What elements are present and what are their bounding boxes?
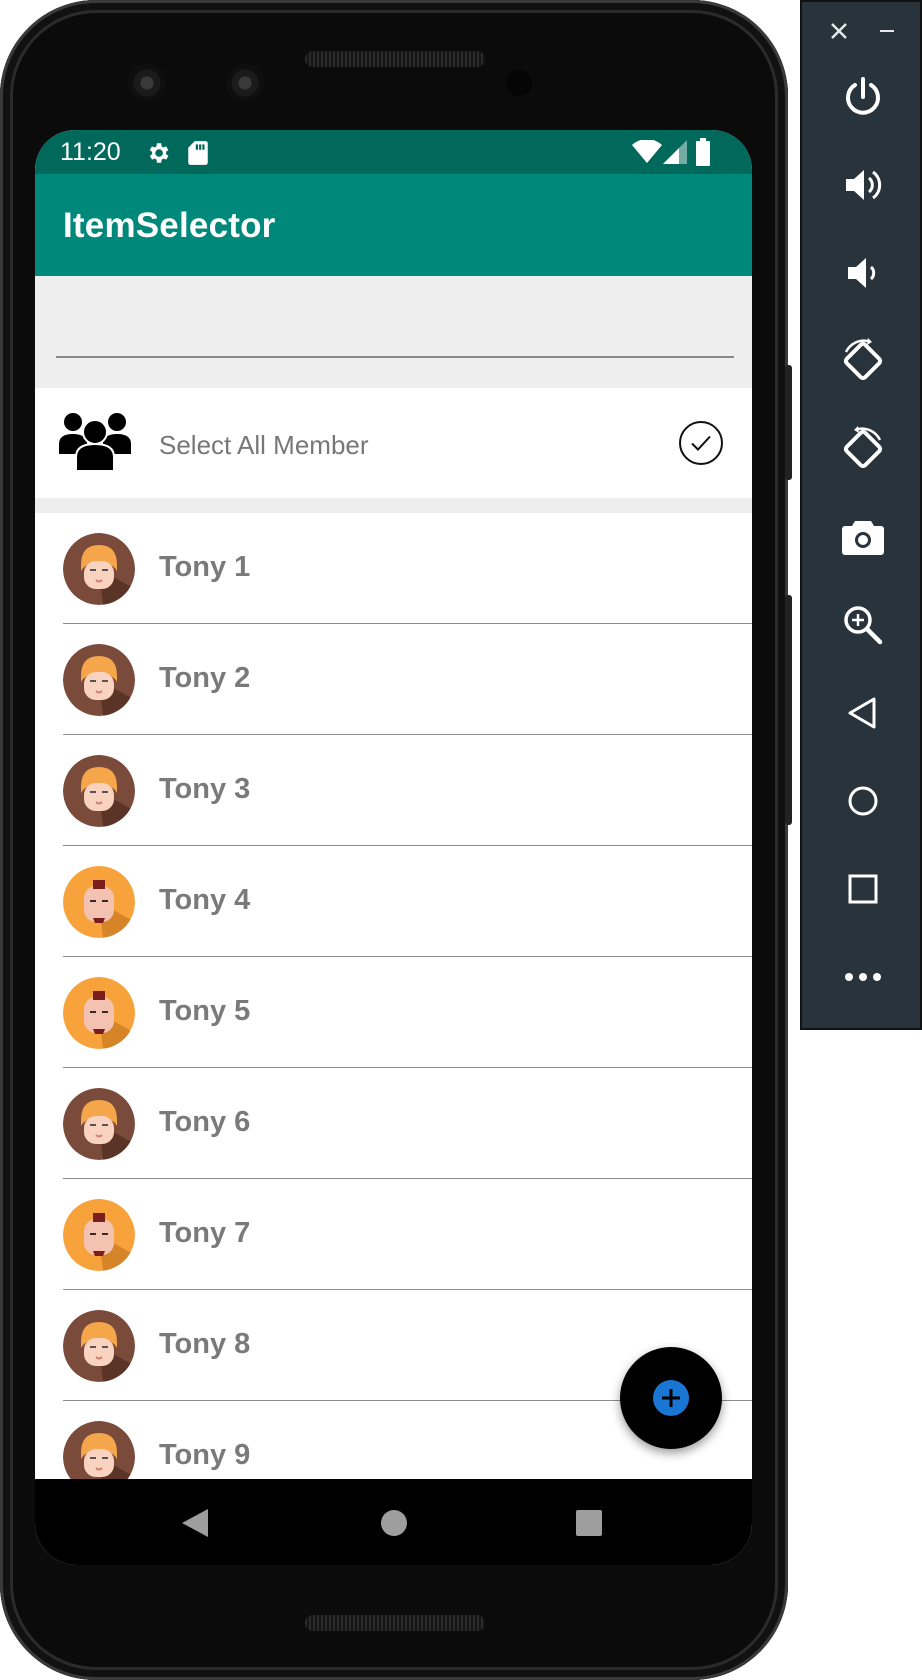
avatar <box>63 1199 135 1271</box>
list-item[interactable]: Tony 7 <box>35 1179 752 1290</box>
back-icon[interactable] <box>802 678 922 748</box>
minimize-icon[interactable] <box>872 16 902 46</box>
zoom-icon[interactable] <box>802 590 922 660</box>
select-all-row[interactable]: Select All Member <box>35 388 752 498</box>
back-icon[interactable] <box>180 1507 210 1539</box>
rotate-right-icon[interactable] <box>802 414 922 484</box>
search-area <box>35 276 752 388</box>
list-item[interactable]: Tony 4 <box>35 846 752 957</box>
overview-icon[interactable] <box>575 1509 603 1537</box>
rotate-left-icon[interactable] <box>802 326 922 396</box>
member-name: Tony 5 <box>159 995 251 1027</box>
section-divider <box>35 498 752 513</box>
phone-side-button <box>785 365 792 480</box>
front-camera-icon <box>226 64 264 102</box>
member-name: Tony 6 <box>159 1106 251 1138</box>
avatar <box>63 1088 135 1160</box>
overview-icon[interactable] <box>802 854 922 924</box>
list-item[interactable]: Tony 5 <box>35 957 752 1068</box>
add-button[interactable] <box>620 1347 722 1449</box>
check-circle-icon[interactable] <box>679 421 723 465</box>
add-icon <box>653 1380 689 1416</box>
screen: 11:20 ItemSelector Select All Member Ton… <box>35 130 752 1565</box>
member-name: Tony 7 <box>159 1217 251 1249</box>
wifi-icon <box>632 140 662 163</box>
front-camera-icon <box>128 64 166 102</box>
power-icon[interactable] <box>802 62 922 132</box>
member-name: Tony 3 <box>159 773 251 805</box>
avatar <box>63 977 135 1049</box>
list-item[interactable]: Tony 6 <box>35 1068 752 1179</box>
member-name: Tony 4 <box>159 884 251 916</box>
member-name: Tony 8 <box>159 1328 251 1360</box>
list-item[interactable]: Tony 1 <box>35 513 752 624</box>
home-icon[interactable] <box>802 766 922 836</box>
avatar <box>63 1310 135 1382</box>
camera-icon[interactable] <box>802 502 922 572</box>
list-item[interactable]: Tony 3 <box>35 735 752 846</box>
bottom-speaker <box>305 1615 485 1631</box>
list-item[interactable]: Tony 2 <box>35 624 752 735</box>
volume-up-icon[interactable] <box>802 150 922 220</box>
avatar <box>63 644 135 716</box>
member-name: Tony 1 <box>159 551 251 583</box>
avatar <box>63 533 135 605</box>
sd-card-icon <box>188 141 208 165</box>
more-icon[interactable] <box>802 942 922 1012</box>
group-icon <box>59 413 131 472</box>
volume-down-icon[interactable] <box>802 238 922 308</box>
battery-icon <box>696 138 710 166</box>
avatar <box>63 755 135 827</box>
status-time: 11:20 <box>60 138 121 166</box>
select-all-label: Select All Member <box>159 430 369 460</box>
member-name: Tony 9 <box>159 1439 251 1471</box>
settings-icon <box>149 143 169 163</box>
phone-side-button <box>785 595 792 825</box>
app-bar: ItemSelector <box>35 174 752 276</box>
home-icon[interactable] <box>380 1509 408 1537</box>
search-input[interactable] <box>56 304 734 358</box>
avatar <box>63 866 135 938</box>
member-name: Tony 2 <box>159 662 251 694</box>
earpiece-speaker <box>305 51 485 67</box>
navigation-bar <box>35 1479 752 1565</box>
app-title: ItemSelector <box>63 206 276 245</box>
proximity-sensor <box>506 70 532 96</box>
phone-frame: 11:20 ItemSelector Select All Member Ton… <box>0 0 792 1680</box>
emulator-toolbar <box>800 0 922 1030</box>
status-bar: 11:20 <box>35 130 752 174</box>
cell-signal-icon <box>663 140 687 164</box>
close-icon[interactable] <box>824 16 854 46</box>
